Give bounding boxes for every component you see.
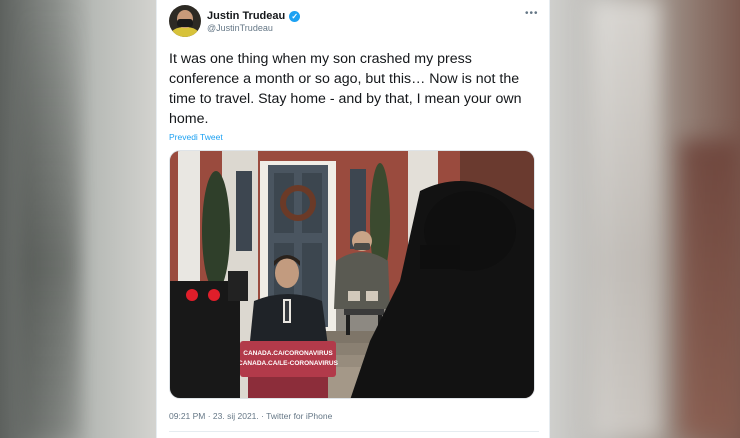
tweet-text: It was one thing when my son crashed my … (169, 51, 522, 127)
avatar[interactable] (169, 5, 201, 37)
divider (169, 431, 539, 432)
translate-tweet-link[interactable]: Prevedi Tweet (169, 132, 223, 142)
podium-sign-line2: CANADA.CA/LE-CORONAVIRUS (238, 360, 339, 367)
background-left (0, 0, 156, 438)
author-name-row: Justin Trudeau ✓ (207, 9, 301, 23)
verified-badge-icon: ✓ (289, 10, 301, 22)
avatar-mask (177, 19, 193, 27)
user-handle[interactable]: @JustinTrudeau (207, 23, 273, 33)
tweet-photo[interactable]: CANADA.CA/CORONAVIRUS CANADA.CA/LE-CORON… (169, 150, 535, 399)
photo-illustration: CANADA.CA/CORONAVIRUS CANADA.CA/LE-CORON… (170, 151, 534, 398)
more-options-icon[interactable]: ••• (525, 9, 539, 19)
podium-sign-line1: CANADA.CA/CORONAVIRUS (243, 350, 333, 357)
background-right (550, 0, 740, 438)
display-name[interactable]: Justin Trudeau (207, 10, 285, 22)
tweet-meta: 09:21 PM · 23. sij 2021. · Twitter for i… (169, 411, 333, 421)
tweet-card: Justin Trudeau ✓ @JustinTrudeau ••• It w… (156, 0, 550, 438)
avatar-shirt (171, 27, 199, 37)
